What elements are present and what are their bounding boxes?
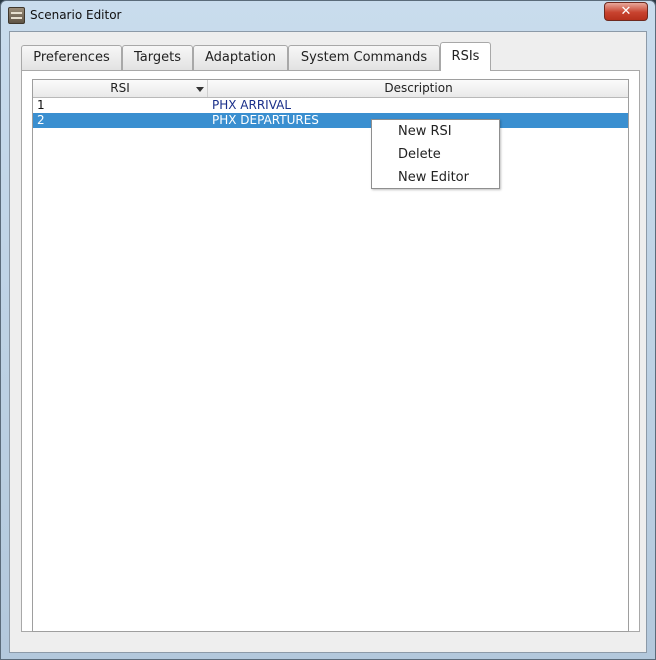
rsi-table: RSI Description 1 PHX ARRIVAL 2 PHX DEPA… [32, 79, 629, 632]
table-header: RSI Description [33, 80, 628, 98]
rsis-tab-panel: RSI Description 1 PHX ARRIVAL 2 PHX DEPA… [21, 70, 640, 632]
tab-system-commands[interactable]: System Commands [288, 45, 440, 70]
scenario-editor-window: Scenario Editor ✕ Preferences Targets Ad… [0, 0, 656, 660]
table-row[interactable]: 1 PHX ARRIVAL [33, 98, 628, 113]
window-title: Scenario Editor [30, 8, 122, 22]
close-button[interactable]: ✕ [604, 2, 648, 21]
sort-descending-icon [196, 87, 204, 92]
tab-adaptation[interactable]: Adaptation [193, 45, 288, 70]
rsi-cell: 2 [37, 113, 45, 127]
app-icon [8, 7, 25, 24]
client-area: Preferences Targets Adaptation System Co… [9, 31, 647, 653]
tab-rsis[interactable]: RSIs [440, 42, 491, 71]
menu-item-new-rsi[interactable]: New RSI [372, 121, 499, 143]
menu-item-new-editor[interactable]: New Editor [372, 167, 499, 189]
title-bar[interactable]: Scenario Editor ✕ [1, 1, 655, 31]
tab-targets[interactable]: Targets [122, 45, 193, 70]
menu-item-delete[interactable]: Delete [372, 144, 499, 166]
tab-preferences[interactable]: Preferences [21, 45, 122, 70]
column-header-rsi-label: RSI [110, 81, 130, 95]
context-menu: New RSI Delete New Editor [371, 119, 500, 189]
column-header-description[interactable]: Description [209, 80, 628, 97]
table-row-selected[interactable]: 2 PHX DEPARTURES [33, 113, 628, 128]
description-cell: PHX ARRIVAL [212, 98, 292, 112]
column-header-rsi[interactable]: RSI [33, 80, 208, 97]
description-cell: PHX DEPARTURES [212, 113, 319, 127]
rsi-cell: 1 [37, 98, 45, 112]
